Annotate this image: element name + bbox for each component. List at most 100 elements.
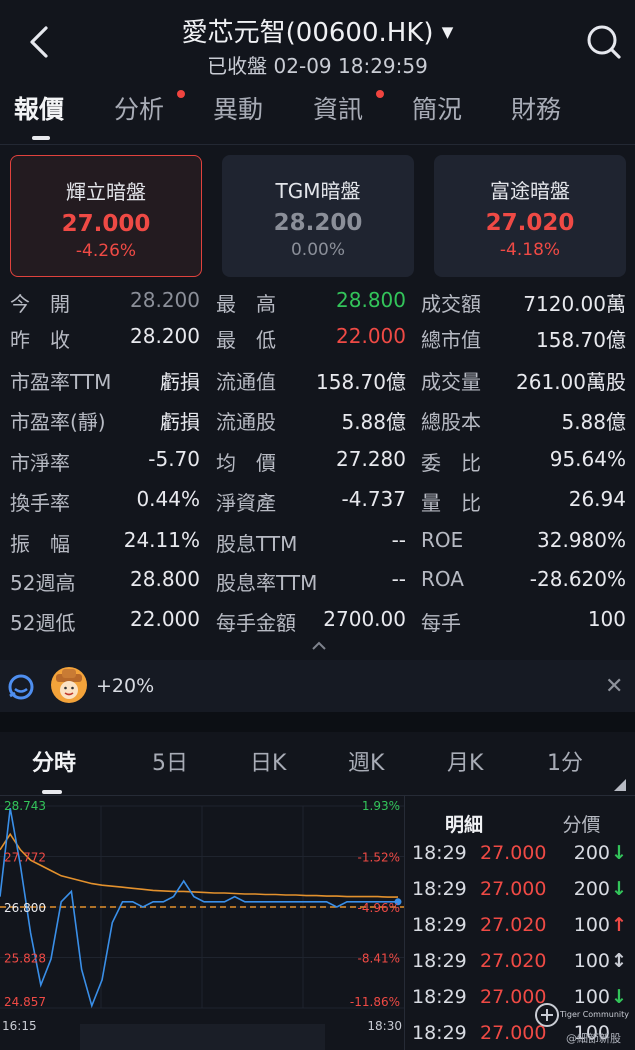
chat-bot-icon[interactable]	[6, 672, 36, 702]
stat-label: 成交量	[421, 370, 481, 394]
header: 愛芯元智(00600.HK) ▼ 已收盤 02-09 18:29:59	[0, 0, 635, 80]
stat-value: 158.70億	[316, 370, 406, 394]
search-icon[interactable]	[586, 24, 622, 60]
trade-qty: 100	[573, 950, 610, 972]
trade-qty: 200	[573, 842, 610, 864]
pct-tick-label: 1.93%	[362, 799, 400, 813]
dark-pool-name: 輝立暗盤	[66, 180, 146, 204]
trade-price: 27.000	[480, 842, 547, 864]
page-title[interactable]: 愛芯元智(00600.HK) ▼	[0, 12, 635, 49]
stat-value: 虧損	[160, 370, 200, 394]
stat-label: 每手	[421, 611, 461, 635]
trade-time: 18:29	[412, 914, 467, 936]
stat-value: 2700.00	[323, 607, 406, 631]
stat-value: 5.88億	[341, 410, 406, 434]
dark-pool-price: 27.000	[61, 211, 151, 237]
stat-value: --	[391, 567, 406, 591]
divider	[0, 144, 635, 145]
chart-tab-1min[interactable]: 1分	[547, 745, 583, 777]
stat-value: -5.70	[148, 447, 200, 471]
stat-value: -28.620%	[529, 567, 626, 591]
bottom-bar	[80, 1024, 325, 1050]
detail-tab-trades[interactable]: 明細	[404, 810, 524, 837]
chart-tab-5d[interactable]: 5日	[152, 745, 188, 777]
detail-tab-price-dist[interactable]: 分價	[528, 810, 635, 837]
dark-pool-price: 28.200	[273, 210, 363, 236]
tab-profile[interactable]: 簡況	[412, 90, 462, 126]
average-line	[0, 832, 398, 898]
stat-value: 28.800	[130, 567, 200, 591]
y-tick-label: 25.828	[4, 952, 46, 966]
pct-tick-label: -4.96%	[358, 901, 400, 915]
tab-indicator	[32, 136, 50, 140]
trade-direction-icon: ↕	[611, 950, 627, 972]
dropdown-corner-icon[interactable]	[614, 776, 626, 791]
dark-pool-card-futu[interactable]: 富途暗盤 27.020 -4.18%	[434, 155, 626, 277]
dark-pool-card-phillip[interactable]: 輝立暗盤 27.000 -4.26%	[10, 155, 202, 277]
section-divider	[0, 712, 635, 732]
stat-label: 總股本	[421, 410, 481, 434]
stat-value: 5.88億	[561, 410, 626, 434]
trade-direction-icon: ↑	[611, 914, 627, 936]
stat-value: -4.737	[341, 487, 406, 511]
tiger-logo-icon	[534, 1002, 560, 1028]
x-end-label: 18:30	[367, 1019, 402, 1033]
trade-direction-icon: ↓	[611, 842, 627, 864]
stat-value: 158.70億	[536, 328, 626, 352]
stat-value: 28.800	[336, 288, 406, 312]
pct-tick-label: -1.52%	[358, 851, 400, 865]
cowboy-avatar-icon[interactable]	[50, 666, 88, 704]
chart-tab-daily[interactable]: 日K	[250, 745, 286, 777]
dark-pool-change: -4.26%	[75, 241, 137, 261]
trade-qty: 100	[573, 914, 610, 936]
stat-label: 委 比	[421, 451, 481, 475]
tab-news[interactable]: 資訊	[313, 90, 363, 126]
chart-tab-indicator	[42, 790, 62, 794]
tab-movement[interactable]: 異動	[213, 90, 263, 126]
stat-value: 28.200	[130, 324, 200, 348]
dark-pool-name: TGM暗盤	[275, 179, 361, 203]
stat-value: 27.280	[336, 447, 406, 471]
dark-pool-change: 0.00%	[290, 240, 345, 260]
stat-value: 22.000	[336, 324, 406, 348]
market-status: 已收盤 02-09 18:29:59	[207, 54, 428, 78]
trade-time: 18:29	[412, 878, 467, 900]
close-icon[interactable]: ✕	[605, 674, 623, 699]
trade-price: 27.020	[480, 914, 547, 936]
tab-analysis[interactable]: 分析	[114, 90, 164, 126]
stat-value: 26.94	[568, 487, 626, 511]
chart-tab-intraday[interactable]: 分時	[32, 745, 76, 777]
chart-tab-weekly[interactable]: 週K	[348, 745, 384, 777]
stat-label: 成交額	[421, 292, 481, 316]
stat-value: 95.64%	[549, 447, 626, 471]
stat-value: 28.200	[130, 288, 200, 312]
stat-value: 261.00萬股	[516, 370, 626, 394]
tab-quote[interactable]: 報價	[14, 90, 64, 126]
chart-tab-monthly[interactable]: 月K	[447, 745, 483, 777]
stat-value: 100	[587, 607, 626, 631]
stock-title[interactable]: 愛芯元智(00600.HK)	[182, 18, 434, 48]
promo-bar[interactable]: +20% ✕	[0, 660, 635, 712]
watermark-brand: Tiger Community	[560, 1010, 629, 1019]
dark-pool-name: 富途暗盤	[490, 179, 570, 203]
caret-down-icon[interactable]: ▼	[442, 23, 454, 41]
y-tick-label: 26.800	[4, 901, 46, 915]
trade-time: 18:29	[412, 1022, 467, 1044]
dark-pool-card-tgm[interactable]: TGM暗盤 28.200 0.00%	[222, 155, 414, 277]
notification-dot	[177, 90, 185, 98]
stat-label: 量 比	[421, 491, 481, 515]
intraday-chart[interactable]: 28.743 1.93% 27.772 -1.52% 26.800 -4.96% 25.82…	[0, 796, 404, 1036]
tab-financials[interactable]: 財務	[511, 90, 561, 126]
pct-tick-label: -11.86%	[350, 995, 400, 1009]
y-tick-label: 27.772	[4, 851, 46, 865]
stat-label: ROE	[421, 528, 464, 552]
trade-qty: 200	[573, 878, 610, 900]
stat-value: 7120.00萬	[523, 292, 626, 316]
stat-value: --	[391, 528, 406, 552]
dark-pool-price: 27.020	[485, 210, 575, 236]
collapse-chevron-icon[interactable]	[310, 638, 328, 652]
x-start-label: 16:15	[2, 1019, 37, 1033]
watermark-author: @細節新股	[566, 1032, 621, 1045]
y-tick-label: 24.857	[4, 995, 46, 1009]
tab-bar: 報價 分析 異動 資訊 簡況 財務	[0, 90, 635, 140]
